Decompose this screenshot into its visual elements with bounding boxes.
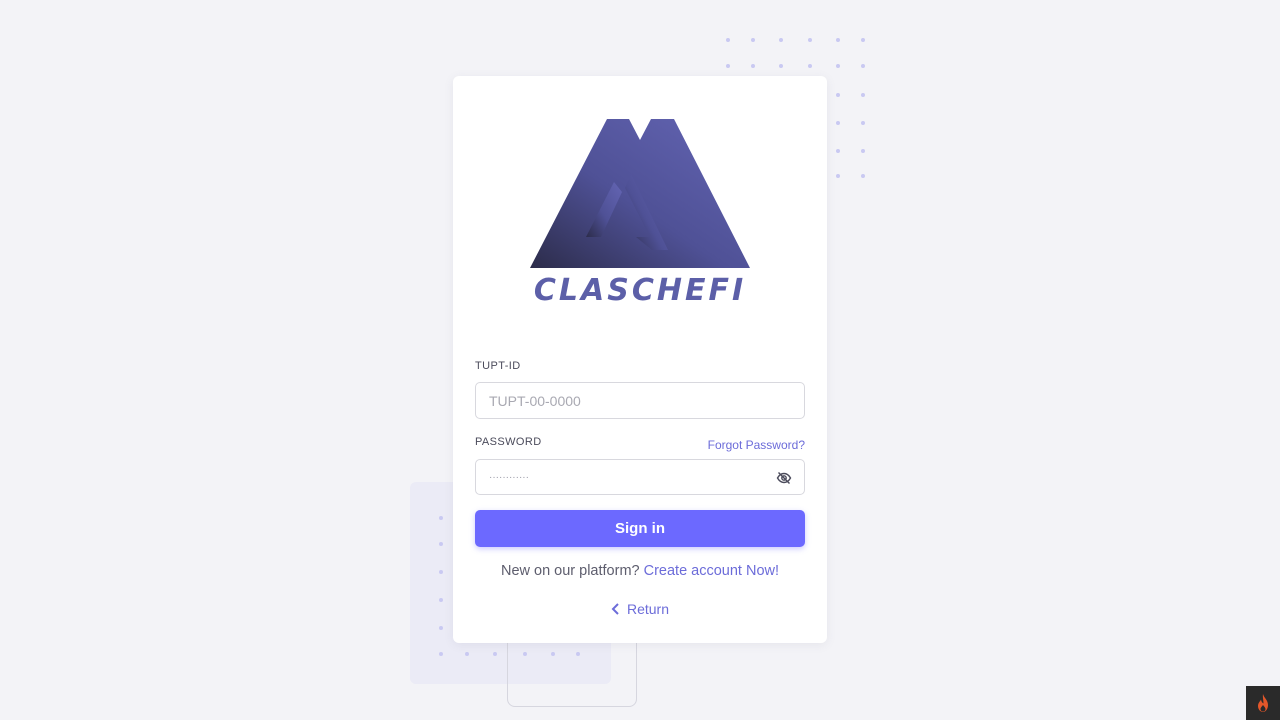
tupt-id-label: TUPT-ID [475,360,521,372]
brand-logo: CLASCHEFI [530,119,750,306]
logo-wordmark: CLASCHEFI [534,273,746,306]
tupt-id-input[interactable] [476,383,804,418]
return-label: Return [626,601,670,617]
signup-prompt: New on our platform? Create account Now! [453,563,827,579]
create-account-link[interactable]: Create account Now! [644,563,779,579]
eye-off-icon[interactable] [776,470,792,486]
tupt-id-field-container [475,382,805,419]
signup-prompt-text: New on our platform? [500,563,640,579]
return-link[interactable]: Return [453,601,827,617]
login-card: CLASCHEFI TUPT-ID PASSWORD Forgot Passwo… [453,76,827,643]
forgot-password-link[interactable]: Forgot Password? [708,438,805,452]
chevron-left-icon [611,603,619,615]
password-field-container [475,459,805,495]
framework-badge[interactable] [1246,686,1280,720]
sign-in-button[interactable]: Sign in [475,510,805,547]
password-label: PASSWORD [475,436,542,448]
password-input[interactable] [476,460,804,494]
flame-icon [1258,694,1268,712]
